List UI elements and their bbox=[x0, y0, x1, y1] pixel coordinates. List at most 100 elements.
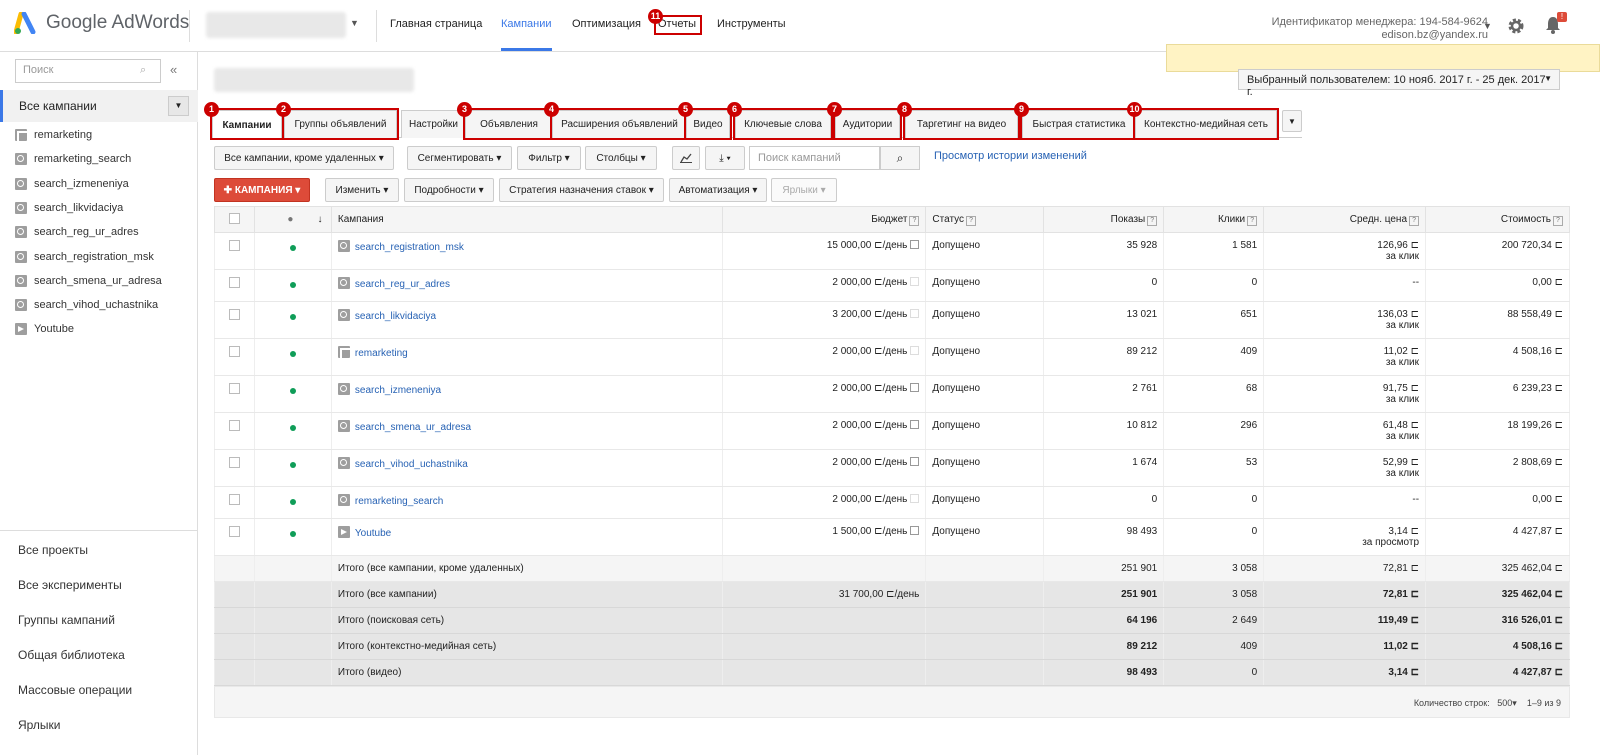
tab-4[interactable]: Объявления bbox=[465, 110, 553, 138]
budget-cell[interactable]: 3 200,00 ⊏/день bbox=[721, 301, 927, 339]
tab-11[interactable]: Контекстно-медийная сеть bbox=[1135, 110, 1277, 138]
campaign-search-button[interactable]: ⌕ bbox=[880, 146, 920, 170]
row-checkbox[interactable] bbox=[228, 457, 240, 468]
row-checkbox[interactable] bbox=[228, 240, 240, 251]
gear-icon[interactable] bbox=[1507, 17, 1525, 35]
budget-edit-icon[interactable] bbox=[910, 277, 920, 286]
tab-9[interactable]: Таргетинг на видео bbox=[905, 110, 1018, 138]
row-checkbox[interactable] bbox=[228, 277, 240, 288]
col-cost[interactable]: Стоимость? bbox=[1425, 206, 1570, 233]
row-checkbox[interactable] bbox=[228, 526, 240, 537]
nav-optimization[interactable]: Оптимизация bbox=[572, 18, 641, 30]
help-icon[interactable]: ? bbox=[1147, 215, 1158, 226]
account-caret-icon[interactable]: ▼ bbox=[350, 18, 359, 28]
help-icon[interactable]: ? bbox=[1409, 215, 1420, 226]
table-row[interactable]: search_registration_msk 15 000,00 ⊏/день Д… bbox=[214, 232, 1570, 270]
campaign-link[interactable]: remarketing bbox=[355, 348, 408, 359]
budget-edit-icon[interactable] bbox=[910, 494, 920, 503]
table-row[interactable]: search_reg_ur_adres 2 000,00 ⊏/день Допуще… bbox=[214, 269, 1570, 302]
budget-edit-icon[interactable] bbox=[910, 420, 920, 429]
sidebar-link-shared-library[interactable]: Общая библиотека bbox=[18, 648, 125, 662]
campaign-link[interactable]: Youtube bbox=[355, 528, 391, 539]
budget-cell[interactable]: 2 000,00 ⊏/день bbox=[721, 269, 927, 302]
budget-cell[interactable]: 2 000,00 ⊏/день bbox=[721, 449, 927, 487]
campaign-link[interactable]: search_likvidaciya bbox=[355, 311, 436, 322]
all-campaigns-dropdown-icon[interactable]: ▼ bbox=[168, 96, 189, 116]
sidebar-link-all-projects[interactable]: Все проекты bbox=[18, 543, 88, 557]
help-icon[interactable]: ? bbox=[909, 215, 920, 226]
chart-toggle-icon[interactable] bbox=[672, 146, 700, 170]
sidebar-link-all-experiments[interactable]: Все эксперименты bbox=[18, 578, 122, 592]
row-checkbox[interactable] bbox=[228, 494, 240, 505]
budget-cell[interactable]: 2 000,00 ⊏/день bbox=[721, 412, 927, 450]
table-row[interactable]: search_likvidaciya 3 200,00 ⊏/день Допущен… bbox=[214, 301, 1570, 339]
download-icon[interactable]: ⤓ ▾ bbox=[705, 146, 745, 170]
nav-home[interactable]: Главная страница bbox=[390, 18, 482, 30]
tab-2[interactable]: Группы объявлений bbox=[284, 110, 397, 138]
nav-campaigns[interactable]: Кампании bbox=[501, 18, 552, 30]
sidebar-campaign-item[interactable]: search_smena_ur_adresa bbox=[15, 274, 162, 287]
edit-button[interactable]: Изменить ▾ bbox=[325, 178, 399, 202]
table-row[interactable]: remarketing_search 2 000,00 ⊏/день Допущен… bbox=[214, 486, 1570, 519]
budget-cell[interactable]: 2 000,00 ⊏/день bbox=[721, 486, 927, 519]
sidebar-campaign-item[interactable]: search_registration_msk bbox=[15, 250, 154, 263]
table-row[interactable]: Youtube 1 500,00 ⊏/день Допущено 98 493 0 3,1… bbox=[214, 518, 1570, 556]
help-icon[interactable]: ? bbox=[1247, 215, 1258, 226]
add-campaign-button[interactable]: ✚ КАМПАНИЯ ▾ bbox=[214, 178, 310, 202]
budget-cell[interactable]: 15 000,00 ⊏/день bbox=[721, 232, 927, 270]
campaign-filter-dropdown[interactable]: Все кампании, кроме удаленных ▾ bbox=[214, 146, 394, 170]
select-all-checkbox[interactable] bbox=[228, 212, 240, 224]
sidebar-campaign-item[interactable]: search_likvidaciya bbox=[15, 201, 123, 214]
change-history-link[interactable]: Просмотр истории изменений bbox=[934, 150, 1087, 162]
table-row[interactable]: search_smena_ur_adresa 2 000,00 ⊏/день Доп… bbox=[214, 412, 1570, 450]
segment-button[interactable]: Сегментировать ▾ bbox=[407, 146, 512, 170]
automation-button[interactable]: Автоматизация ▾ bbox=[669, 178, 767, 202]
status-dot-header[interactable]: ● ↓ bbox=[253, 206, 332, 233]
col-impressions[interactable]: Показы? bbox=[1043, 206, 1165, 233]
col-status[interactable]: Статус? bbox=[925, 206, 1045, 233]
tab-6[interactable]: Видео bbox=[686, 110, 730, 138]
tab-10[interactable]: Быстрая статистика bbox=[1022, 110, 1136, 138]
manager-caret-icon[interactable]: ▼ bbox=[1483, 21, 1492, 31]
columns-button[interactable]: Столбцы ▾ bbox=[585, 146, 657, 170]
budget-cell[interactable]: 2 000,00 ⊏/день bbox=[721, 338, 927, 376]
help-icon[interactable]: ? bbox=[966, 215, 977, 226]
tabs-more-icon[interactable]: ▼ bbox=[1282, 110, 1302, 132]
rows-per-page-select[interactable]: 500 bbox=[1497, 698, 1512, 708]
campaign-link[interactable]: search_registration_msk bbox=[355, 242, 464, 253]
tab-3[interactable]: Настройки bbox=[401, 110, 466, 138]
campaign-link[interactable]: remarketing_search bbox=[355, 496, 443, 507]
table-row[interactable]: search_izmeneniya 2 000,00 ⊏/день Допущено… bbox=[214, 375, 1570, 413]
sidebar-campaign-item[interactable]: search_izmeneniya bbox=[15, 177, 129, 190]
tab-8[interactable]: Аудитории bbox=[835, 110, 900, 138]
tab-1[interactable]: Кампании bbox=[212, 110, 282, 139]
collapse-sidebar-icon[interactable]: « bbox=[170, 62, 177, 77]
adwords-logo[interactable]: Google AdWords bbox=[14, 12, 189, 34]
table-row[interactable]: remarketing 2 000,00 ⊏/день Допущено 89 212… bbox=[214, 338, 1570, 376]
budget-edit-icon[interactable] bbox=[910, 526, 920, 535]
campaign-search-input[interactable]: Поиск кампаний bbox=[749, 146, 880, 170]
budget-edit-icon[interactable] bbox=[910, 309, 920, 318]
labels-button[interactable]: Ярлыки ▾ bbox=[771, 178, 837, 202]
row-checkbox[interactable] bbox=[228, 383, 240, 394]
campaign-link[interactable]: search_smena_ur_adresa bbox=[355, 422, 471, 433]
budget-cell[interactable]: 1 500,00 ⊏/день bbox=[721, 518, 927, 556]
col-clicks[interactable]: Клики? bbox=[1163, 206, 1265, 233]
campaign-link[interactable]: search_izmeneniya bbox=[355, 385, 441, 396]
row-checkbox[interactable] bbox=[228, 346, 240, 357]
budget-edit-icon[interactable] bbox=[910, 346, 920, 355]
budget-cell[interactable]: 2 000,00 ⊏/день bbox=[721, 375, 927, 413]
tab-7[interactable]: Ключевые слова bbox=[735, 110, 831, 138]
campaign-link[interactable]: search_reg_ur_adres bbox=[355, 279, 450, 290]
filter-button[interactable]: Фильтр ▾ bbox=[517, 146, 581, 170]
budget-edit-icon[interactable] bbox=[910, 457, 920, 466]
account-selector[interactable] bbox=[206, 12, 346, 38]
row-checkbox[interactable] bbox=[228, 420, 240, 431]
help-icon[interactable]: ? bbox=[1553, 215, 1563, 226]
bid-strategy-button[interactable]: Стратегия назначения ставок ▾ bbox=[499, 178, 664, 202]
sidebar-campaign-item[interactable]: Youtube bbox=[15, 323, 74, 336]
sidebar-link-bulk-operations[interactable]: Массовые операции bbox=[18, 683, 132, 697]
col-budget[interactable]: Бюджет? bbox=[721, 206, 927, 233]
sidebar-campaign-item[interactable]: search_reg_ur_adres bbox=[15, 226, 139, 239]
all-campaigns-item[interactable]: Все кампании ▼ bbox=[0, 90, 198, 122]
